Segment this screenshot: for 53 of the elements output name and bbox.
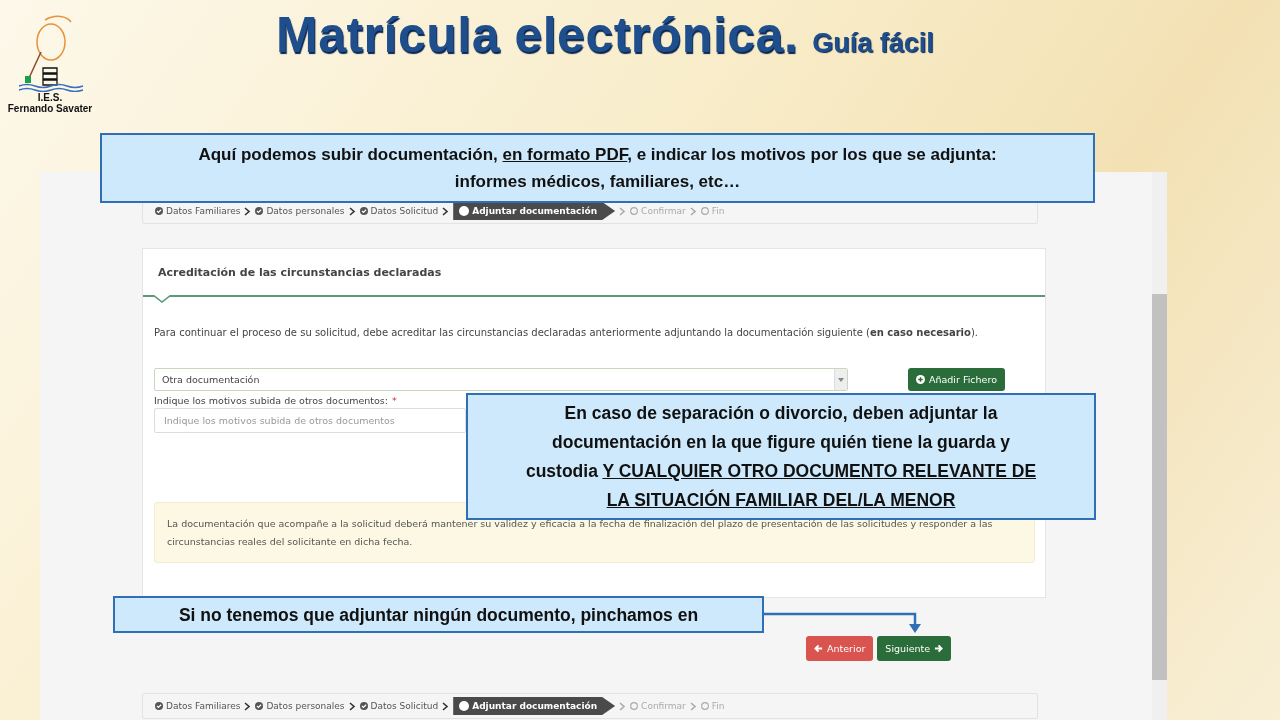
check-circle-icon xyxy=(255,702,264,710)
progress-step: Confirmar xyxy=(630,206,686,216)
progress-step: Fin xyxy=(700,206,725,216)
chevron-right-icon xyxy=(442,701,450,711)
circle-icon xyxy=(459,206,470,216)
instruction-text: Para continuar el proceso de su solicitud, debe acreditar las circunstancias declaradas anteriormente adjuntando la documentación siguiente (en caso necesario). xyxy=(154,327,979,338)
circle-outline-icon xyxy=(630,702,639,710)
callout-text: Si no tenemos que adjuntar ningún documento, pinchamos en xyxy=(113,596,764,633)
check-circle-icon xyxy=(359,207,368,215)
slide-title: Matrícula electrónica. xyxy=(276,6,799,64)
previous-button[interactable]: Anterior xyxy=(806,636,874,661)
callout-text: Aquí podemos subir documentación, en formato PDF, e indicar los motivos por los que se adjunta: informes médicos, familiares, etc… xyxy=(100,133,1095,203)
chevron-right-icon xyxy=(244,206,252,216)
circle-outline-icon xyxy=(630,207,639,215)
scrollbar-thumb[interactable] xyxy=(1152,294,1167,680)
slide-subtitle: Guía fácil xyxy=(812,28,934,59)
add-file-button[interactable]: Añadir Fichero xyxy=(908,368,1005,391)
progress-step: Datos personales xyxy=(255,206,345,216)
progress-step: Adjuntar documentación xyxy=(453,697,616,715)
chevron-right-icon xyxy=(244,701,252,711)
arrow-left-icon xyxy=(814,644,823,653)
check-circle-icon xyxy=(155,207,163,215)
card-title: Acreditación de las circunstancias declaradas xyxy=(158,265,442,279)
check-circle-icon xyxy=(155,702,163,710)
plus-circle-icon xyxy=(916,375,925,384)
chevron-right-icon xyxy=(442,206,450,216)
document-type-select[interactable]: Otra documentación xyxy=(154,368,848,391)
chevron-right-icon xyxy=(619,701,627,711)
chevron-right-icon xyxy=(348,206,356,216)
progress-step: Confirmar xyxy=(630,701,686,711)
progress-step: Datos Solicitud xyxy=(359,701,439,711)
chevron-right-icon xyxy=(689,701,697,711)
check-circle-icon xyxy=(359,702,368,710)
progress-step: Fin xyxy=(700,701,725,711)
reason-input-field[interactable]: Indique los motivos subida de otros documentos xyxy=(154,408,466,433)
next-button[interactable]: Siguiente xyxy=(877,636,952,661)
circle-outline-icon xyxy=(700,207,709,215)
progress-step: Datos personales xyxy=(255,701,345,711)
circle-outline-icon xyxy=(700,702,709,710)
school-name: I.E.S. xyxy=(37,92,63,103)
school-name: Fernando Savater xyxy=(7,103,93,114)
check-circle-icon xyxy=(255,207,264,215)
field-label: Indique los motivos subida de otros documentos: * xyxy=(154,395,398,406)
circle-icon xyxy=(459,701,470,711)
chevron-right-icon xyxy=(689,206,697,216)
chevron-right-icon xyxy=(619,206,627,216)
chevron-right-icon xyxy=(348,701,356,711)
progress-step: Datos Familiares xyxy=(155,206,241,216)
caret-down-icon xyxy=(838,377,844,382)
progress-step: Datos Solicitud xyxy=(359,206,439,216)
progress-step: Datos Familiares xyxy=(155,701,241,711)
callout-text: En caso de separación o divorcio, deben adjuntar la documentación en la que figure quién tiene la guarda y custodia Y CUALQUIER OTRO DOCUMENTO RELEVANTE DE LA SITUACIÓN FAMILIAR DEL/LA MENOR xyxy=(466,393,1096,520)
arrow-right-icon xyxy=(934,644,944,653)
